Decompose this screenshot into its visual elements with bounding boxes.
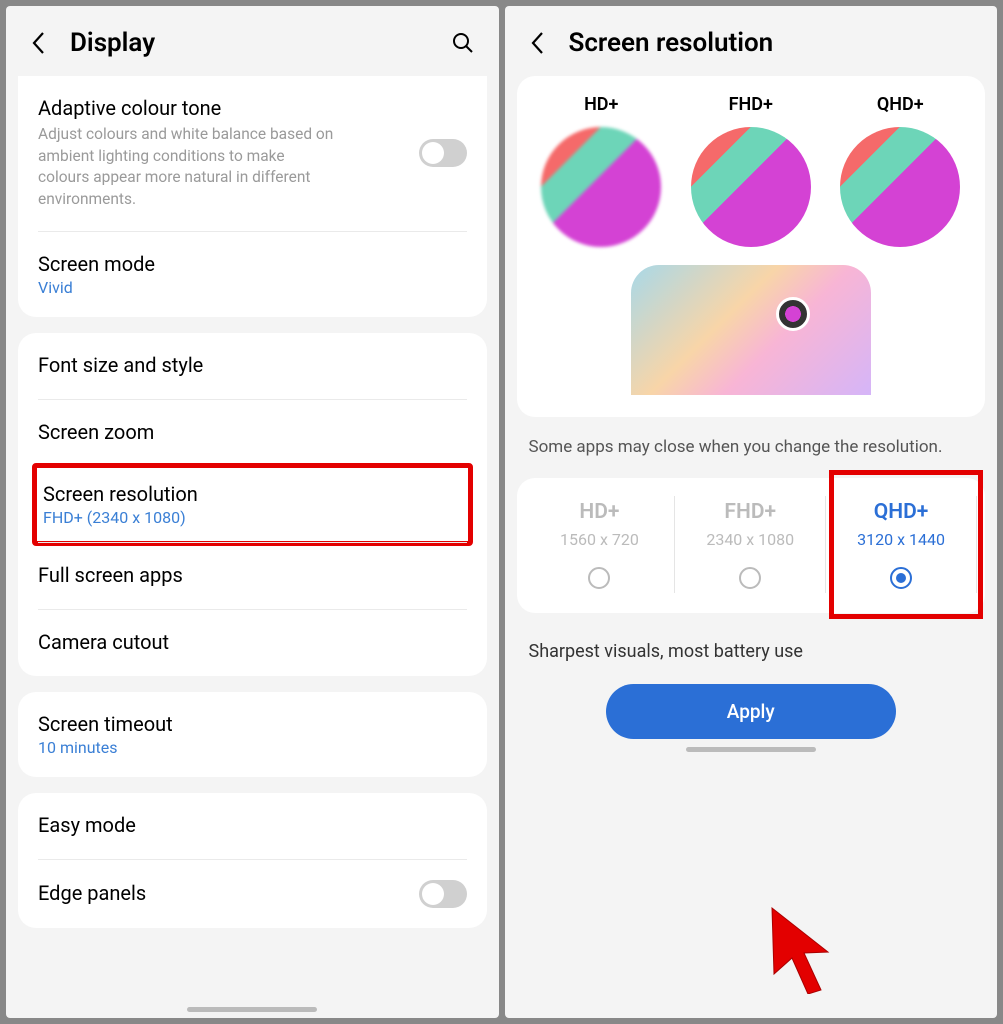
preview-qhd: QHD+	[830, 94, 972, 247]
screen-zoom-row[interactable]: Screen zoom	[38, 400, 467, 467]
option-qhd[interactable]: QHD+ 3120 x 1440	[826, 496, 977, 593]
option-hd[interactable]: HD+ 1560 x 720	[525, 496, 676, 593]
option-fhd[interactable]: FHD+ 2340 x 1080	[675, 496, 826, 593]
nav-bar[interactable]	[187, 1007, 317, 1012]
resolution-preview-card: HD+ FHD+ QHD+	[517, 76, 986, 417]
screen-resolution-row[interactable]: Screen resolution FHD+ (2340 x 1080)	[43, 482, 462, 527]
preview-fhd: FHD+	[680, 94, 822, 247]
preview-hd: HD+	[531, 94, 673, 247]
radio-icon	[890, 567, 912, 589]
apply-button[interactable]: Apply	[606, 684, 896, 739]
cursor-arrow-annotation	[766, 904, 846, 994]
nav-bar[interactable]	[686, 747, 816, 752]
screen-resolution-screen: Screen resolution HD+ FHD+ QHD+ Some app…	[505, 6, 998, 1018]
full-screen-apps-row[interactable]: Full screen apps	[38, 542, 467, 610]
edge-panels-row[interactable]: Edge panels	[38, 860, 467, 928]
row-description: Adjust colours and white balance based o…	[38, 124, 335, 211]
warning-text: Some apps may close when you change the …	[505, 435, 998, 478]
back-icon[interactable]	[30, 30, 48, 56]
page-title: Screen resolution	[569, 28, 974, 58]
row-title: Adaptive colour tone	[38, 96, 419, 120]
row-value: Vivid	[38, 278, 467, 297]
preview-circle-icon	[541, 127, 661, 247]
radio-icon	[739, 567, 761, 589]
preview-circle-icon	[840, 127, 960, 247]
screen-mode-row[interactable]: Screen mode Vivid	[38, 232, 467, 317]
page-title: Display	[70, 28, 429, 58]
search-icon[interactable]	[451, 31, 475, 55]
preview-sample-image	[631, 265, 871, 395]
selection-description: Sharpest visuals, most battery use	[505, 631, 998, 684]
preview-circle-icon	[691, 127, 811, 247]
resolution-options: HD+ 1560 x 720 FHD+ 2340 x 1080 QHD+ 312…	[517, 478, 986, 613]
font-size-row[interactable]: Font size and style	[38, 333, 467, 400]
adaptive-tone-toggle[interactable]	[419, 139, 467, 167]
easy-mode-row[interactable]: Easy mode	[38, 793, 467, 860]
display-settings-screen: Display Adaptive colour tone Adjust colo…	[6, 6, 499, 1018]
edge-panels-toggle[interactable]	[419, 880, 467, 908]
header: Display	[6, 6, 499, 76]
row-title: Screen mode	[38, 252, 467, 276]
header: Screen resolution	[505, 6, 998, 76]
back-icon[interactable]	[529, 30, 547, 56]
radio-icon	[588, 567, 610, 589]
adaptive-colour-tone-row[interactable]: Adaptive colour tone Adjust colours and …	[38, 76, 467, 232]
screen-timeout-row[interactable]: Screen timeout 10 minutes	[38, 692, 467, 777]
highlight-annotation: Screen resolution FHD+ (2340 x 1080)	[32, 463, 473, 546]
camera-cutout-row[interactable]: Camera cutout	[38, 610, 467, 676]
